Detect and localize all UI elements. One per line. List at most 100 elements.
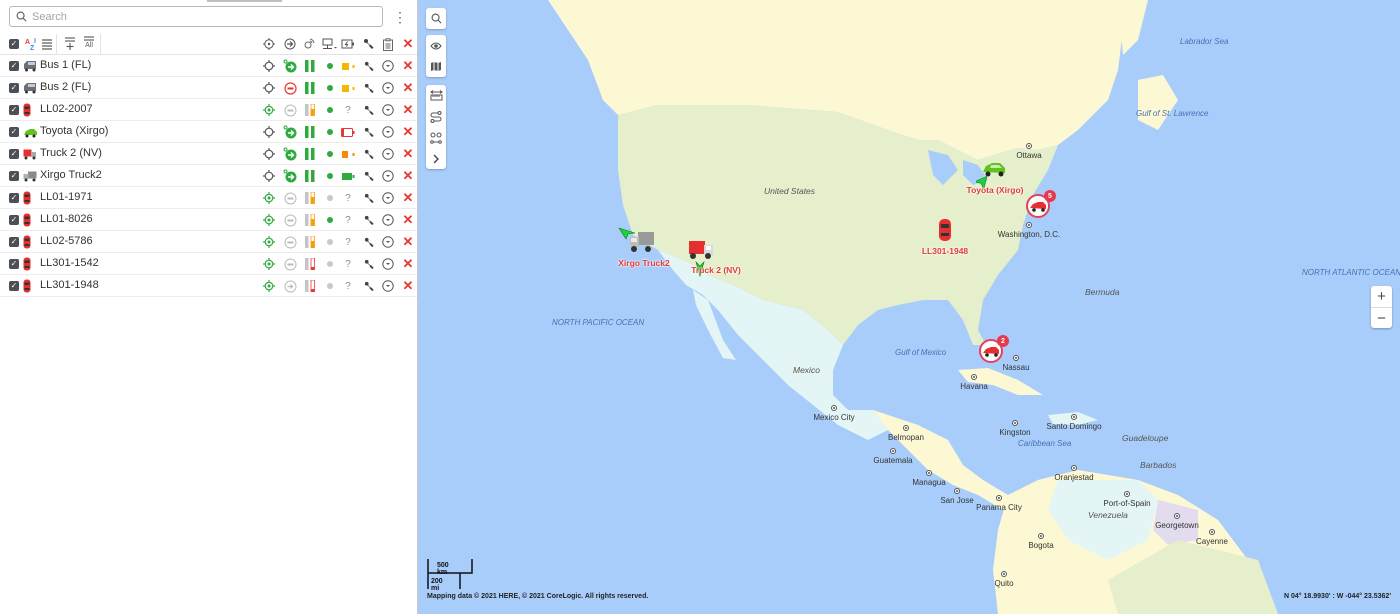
- locate-icon[interactable]: [262, 125, 276, 139]
- visibility-button[interactable]: [426, 35, 446, 56]
- add-list-icon[interactable]: [63, 37, 77, 51]
- locate-icon[interactable]: [262, 103, 276, 117]
- remove-unit-icon[interactable]: ✕: [401, 59, 415, 73]
- remove-unit-icon[interactable]: ✕: [401, 169, 415, 183]
- wrench-icon[interactable]: [362, 103, 376, 117]
- wrench-column-icon[interactable]: [362, 37, 376, 51]
- search-box[interactable]: [9, 6, 383, 27]
- unit-checkbox[interactable]: ✓: [9, 259, 19, 269]
- unit-row[interactable]: ✓ LL301-1948? ✕: [0, 275, 417, 297]
- wrench-icon[interactable]: [362, 191, 376, 205]
- wrench-icon[interactable]: [362, 147, 376, 161]
- unit-checkbox[interactable]: ✓: [9, 193, 19, 203]
- locate-column-icon[interactable]: [262, 37, 276, 51]
- unit-row[interactable]: ✓ LL01-8026? ✕: [0, 209, 417, 231]
- wrench-icon[interactable]: [362, 169, 376, 183]
- unit-checkbox[interactable]: ✓: [9, 127, 19, 137]
- unit-menu-dropdown-icon[interactable]: [381, 103, 395, 117]
- unit-row[interactable]: ✓ LL02-5786? ✕: [0, 231, 417, 253]
- wrench-icon[interactable]: [362, 81, 376, 95]
- remove-unit-icon[interactable]: ✕: [401, 125, 415, 139]
- select-all-list-icon[interactable]: All: [82, 36, 96, 50]
- satellite-column-icon[interactable]: [302, 37, 316, 51]
- wrench-icon[interactable]: [362, 257, 376, 271]
- list-icon[interactable]: [40, 37, 54, 51]
- remove-unit-icon[interactable]: ✕: [401, 279, 415, 293]
- panel-resize-handle[interactable]: [207, 0, 282, 2]
- zoom-out-button[interactable]: −: [1371, 307, 1392, 328]
- remove-unit-icon[interactable]: ✕: [401, 103, 415, 117]
- wrench-icon[interactable]: [362, 213, 376, 227]
- direction-column-icon[interactable]: [283, 37, 297, 51]
- unit-name[interactable]: Truck 2 (NV): [40, 147, 102, 159]
- unit-checkbox[interactable]: ✓: [9, 171, 19, 181]
- unit-menu-dropdown-icon[interactable]: [381, 125, 395, 139]
- remove-unit-icon[interactable]: ✕: [401, 81, 415, 95]
- delete-all-icon[interactable]: ✕: [401, 37, 415, 51]
- locate-icon[interactable]: [262, 59, 276, 73]
- wrench-icon[interactable]: [362, 125, 376, 139]
- unit-row[interactable]: ✓ Truck 2 (NV) ✕: [0, 143, 417, 165]
- unit-name[interactable]: Toyota (Xirgo): [40, 125, 108, 137]
- more-options-icon[interactable]: ⋮: [393, 8, 407, 26]
- remove-unit-icon[interactable]: ✕: [401, 213, 415, 227]
- network-column-icon[interactable]: [322, 37, 338, 51]
- select-all-checkbox[interactable]: ✓: [9, 39, 19, 49]
- locate-icon[interactable]: [262, 257, 276, 271]
- unit-row[interactable]: ✓ LL02-2007? ✕: [0, 99, 417, 121]
- unit-menu-dropdown-icon[interactable]: [381, 81, 395, 95]
- ruler-button[interactable]: [426, 85, 446, 106]
- unit-name[interactable]: Bus 2 (FL): [40, 81, 91, 93]
- unit-menu-dropdown-icon[interactable]: [381, 235, 395, 249]
- unit-row[interactable]: ✓ Xirgo Truck2 ✕: [0, 165, 417, 187]
- search-input[interactable]: [32, 10, 362, 23]
- unit-name[interactable]: LL301-1542: [40, 257, 99, 269]
- locate-icon[interactable]: [262, 147, 276, 161]
- unit-checkbox[interactable]: ✓: [9, 105, 19, 115]
- unit-checkbox[interactable]: ✓: [9, 215, 19, 225]
- zoom-in-button[interactable]: +: [1371, 286, 1392, 307]
- locate-icon[interactable]: [262, 279, 276, 293]
- unit-row[interactable]: ✓ Bus 2 (FL) ✕: [0, 77, 417, 99]
- map-layers-button[interactable]: [426, 56, 446, 77]
- unit-name[interactable]: Xirgo Truck2: [40, 169, 102, 181]
- unit-menu-dropdown-icon[interactable]: [381, 191, 395, 205]
- map-search-button[interactable]: [426, 8, 446, 29]
- unit-menu-dropdown-icon[interactable]: [381, 257, 395, 271]
- unit-menu-dropdown-icon[interactable]: [381, 169, 395, 183]
- unit-name[interactable]: Bus 1 (FL): [40, 59, 91, 71]
- unit-name[interactable]: LL01-8026: [40, 213, 93, 225]
- unit-menu-dropdown-icon[interactable]: [381, 147, 395, 161]
- unit-checkbox[interactable]: ✓: [9, 237, 19, 247]
- unit-checkbox[interactable]: ✓: [9, 83, 19, 93]
- wrench-icon[interactable]: [362, 279, 376, 293]
- unit-row[interactable]: ✓ Toyota (Xirgo) ✕: [0, 121, 417, 143]
- battery-power-column-icon[interactable]: [341, 37, 355, 51]
- locate-icon[interactable]: [262, 235, 276, 249]
- locate-icon[interactable]: [262, 81, 276, 95]
- expand-tools-button[interactable]: [426, 148, 446, 169]
- remove-unit-icon[interactable]: ✕: [401, 257, 415, 271]
- locate-icon[interactable]: [262, 191, 276, 205]
- vehicle-cluster[interactable]: 5: [1026, 190, 1056, 218]
- truck-gray-marker[interactable]: [629, 231, 655, 253]
- unit-row[interactable]: ✓ LL01-1971? ✕: [0, 187, 417, 209]
- wrench-icon[interactable]: [362, 235, 376, 249]
- unit-menu-dropdown-icon[interactable]: [381, 213, 395, 227]
- unit-menu-dropdown-icon[interactable]: [381, 59, 395, 73]
- clipboard-column-icon[interactable]: [381, 37, 395, 51]
- locate-icon[interactable]: [262, 213, 276, 227]
- route-button[interactable]: [426, 106, 446, 127]
- unit-row[interactable]: ✓ LL301-1542? ✕: [0, 253, 417, 275]
- truck-red-marker[interactable]: [688, 240, 714, 260]
- geofence-button[interactable]: [426, 127, 446, 148]
- unit-row[interactable]: ✓ Bus 1 (FL) ✕: [0, 55, 417, 77]
- unit-name[interactable]: LL301-1948: [40, 279, 99, 291]
- remove-unit-icon[interactable]: ✕: [401, 147, 415, 161]
- remove-unit-icon[interactable]: ✕: [401, 235, 415, 249]
- locate-icon[interactable]: [262, 169, 276, 183]
- sort-az-icon[interactable]: AZ: [24, 37, 38, 51]
- wrench-icon[interactable]: [362, 59, 376, 73]
- unit-checkbox[interactable]: ✓: [9, 61, 19, 71]
- unit-name[interactable]: LL02-2007: [40, 103, 93, 115]
